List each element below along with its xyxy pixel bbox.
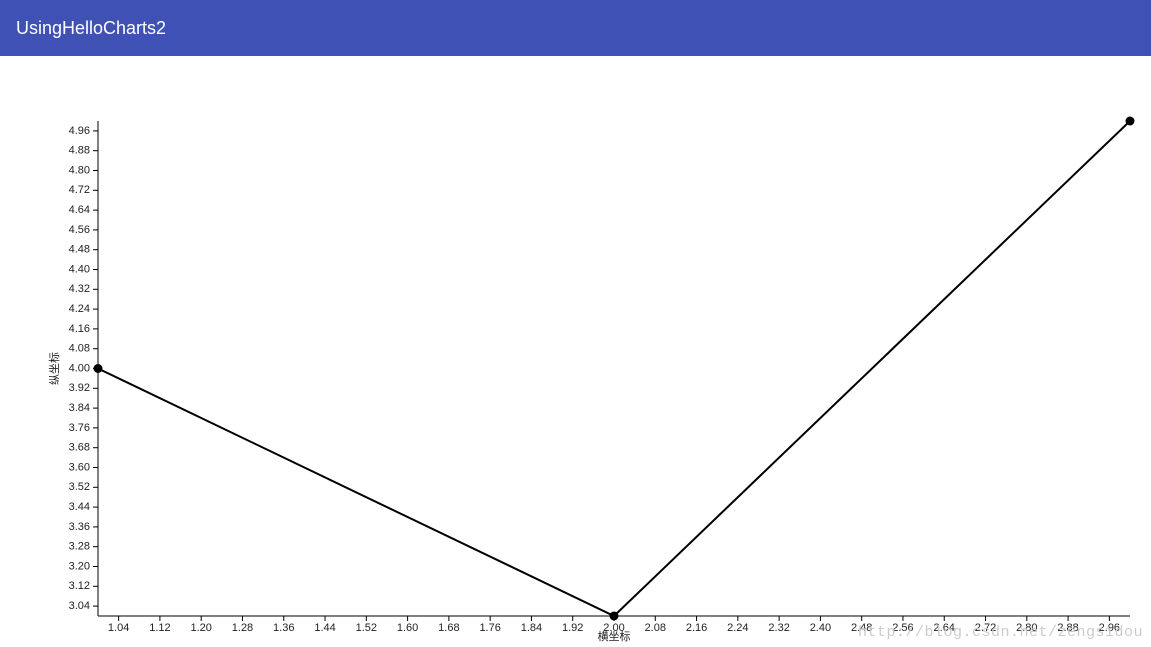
x-tick-label: 1.92 (562, 622, 583, 634)
y-tick-label: 3.20 (69, 560, 90, 572)
y-tick-label: 4.08 (69, 343, 90, 355)
y-tick-label: 4.88 (69, 145, 90, 157)
y-tick-label: 4.00 (69, 362, 90, 374)
data-point (94, 364, 103, 373)
y-tick-label: 3.92 (69, 382, 90, 394)
y-tick-label: 3.04 (69, 600, 90, 612)
x-tick-label: 1.52 (356, 622, 377, 634)
y-tick-label: 4.24 (69, 303, 90, 315)
y-tick-label: 4.40 (69, 263, 90, 275)
x-tick-label: 1.12 (149, 622, 170, 634)
app-title: UsingHelloCharts2 (16, 18, 166, 39)
x-tick-label: 1.76 (479, 622, 500, 634)
x-tick-label: 1.84 (521, 622, 542, 634)
data-line (98, 121, 1130, 616)
x-tick-label: 1.04 (108, 622, 129, 634)
y-tick-label: 4.32 (69, 283, 90, 295)
x-tick-label: 1.20 (190, 622, 211, 634)
y-tick-label: 3.60 (69, 461, 90, 473)
x-tick-label: 1.68 (438, 622, 459, 634)
y-axis-label: 纵坐标 (47, 352, 61, 385)
y-tick-label: 4.96 (69, 125, 90, 137)
y-tick-label: 4.16 (69, 323, 90, 335)
y-tick-label: 3.12 (69, 580, 90, 592)
y-tick-label: 3.36 (69, 521, 90, 533)
x-tick-label: 2.08 (645, 622, 666, 634)
data-point (1126, 117, 1135, 126)
x-tick-label: 2.16 (686, 622, 707, 634)
x-tick-label: 1.44 (314, 622, 335, 634)
y-tick-label: 4.72 (69, 184, 90, 196)
x-tick-label: 1.60 (397, 622, 418, 634)
data-point (610, 612, 619, 621)
y-tick-label: 4.64 (69, 204, 90, 216)
x-axis-label: 横坐标 (598, 629, 631, 643)
x-tick-label: 2.24 (727, 622, 748, 634)
y-tick-label: 3.44 (69, 501, 90, 513)
y-tick-label: 4.56 (69, 224, 90, 236)
y-tick-label: 3.76 (69, 422, 90, 434)
y-tick-label: 4.80 (69, 164, 90, 176)
y-tick-label: 3.84 (69, 402, 90, 414)
line-chart: 3.04 3.12 3.20 3.28 3.36 3.44 3.52 3.60 3.68 3.76… (0, 56, 1151, 647)
chart-area: 3.04 3.12 3.20 3.28 3.36 3.44 3.52 3.60 3.68 3.76… (0, 56, 1151, 647)
y-tick-label: 4.48 (69, 244, 90, 256)
x-tick-label: 2.32 (768, 622, 789, 634)
x-tick-label: 1.36 (273, 622, 294, 634)
y-tick-label: 3.52 (69, 481, 90, 493)
y-tick-label: 3.28 (69, 541, 90, 553)
app-bar: UsingHelloCharts2 (0, 0, 1151, 56)
y-tick-label: 3.68 (69, 442, 90, 454)
x-tick-label: 2.40 (810, 622, 831, 634)
x-tick-label: 1.28 (232, 622, 253, 634)
watermark: http://blog.csdn.net/zengsidou (858, 624, 1143, 641)
